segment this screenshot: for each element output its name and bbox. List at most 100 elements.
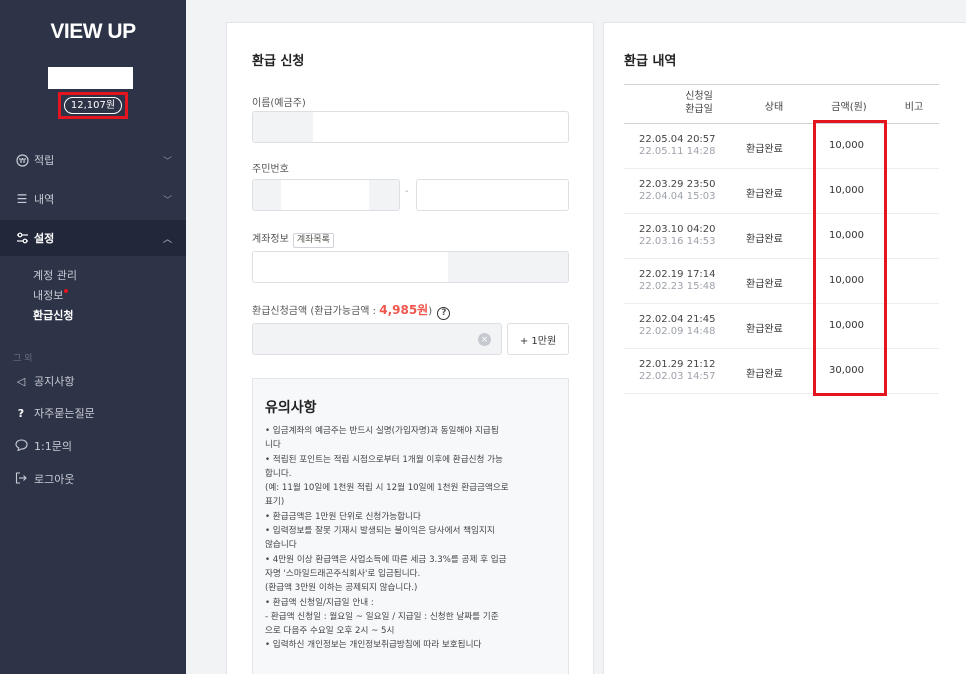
notice-line: (환급액 3만원 이하는 공제되지 않습니다.) (265, 583, 418, 594)
notice-line: • 적립된 포인트는 적립 시점으로부터 1개월 이후에 환급신청 가능 (265, 454, 503, 465)
column-header-amount: 금액(원) (831, 102, 867, 113)
status-cell: 환급완료 (746, 234, 783, 245)
panel-title: 환급 신청 (252, 54, 305, 69)
table-row: 22.03.10 04:20 22.03.16 14:53 환급완료 10,000 (624, 214, 939, 259)
sidebar-subitem-label: 내정보 (33, 289, 64, 302)
notice-line: 않습니다 (265, 540, 297, 551)
applied-date: 22.01.29 21:12 (639, 359, 716, 370)
sidebar-item-label: 자주묻는질문 (34, 407, 95, 420)
logout-icon (13, 471, 29, 487)
sidebar: VIEW UP 12,107원 ₩ 적립 ﹀ ☰ 내역 ﹀ 설정 ︿ 계정 관리… (0, 0, 186, 674)
applied-date: 22.03.10 04:20 (639, 224, 716, 235)
name-label: 이름(예금주) (252, 98, 306, 109)
help-icon[interactable]: ? (437, 306, 451, 320)
notice-line: 니다 (265, 440, 281, 451)
paid-date: 22.02.09 14:48 (639, 326, 716, 337)
points-badge: 12,107원 (64, 97, 122, 114)
amount-highlight-box (813, 120, 887, 396)
date-cell: 22.05.04 20:57 22.05.11 14:28 (639, 134, 716, 158)
chevron-down-icon: ﹀ (162, 156, 172, 167)
svg-text:₩: ₩ (19, 157, 26, 165)
refund-request-panel: 환급 신청 이름(예금주) 주민번호 - 계좌정보 계좌목록 환급신청금액 (환급… (226, 22, 594, 674)
notice-line: • 입금계좌의 예금주는 반드시 실명(가입자명)과 동일해야 지급됩 (265, 426, 499, 436)
notice-line: (예: 11월 10일에 1천원 적립 시 12월 10일에 1천원 환급금액으… (265, 483, 509, 494)
applied-date: 22.03.29 23:50 (639, 179, 716, 190)
sidebar-item-inquiry[interactable]: 1:1문의 (13, 438, 72, 454)
status-cell: 환급완료 (746, 324, 783, 335)
sidebar-item-label: 1:1문의 (34, 440, 72, 453)
redacted-area (450, 180, 518, 210)
paid-date: 22.04.04 15:03 (639, 191, 716, 202)
paid-date: 22.05.11 14:28 (639, 146, 716, 157)
question-icon: ? (17, 406, 25, 420)
account-info-text: 계좌정보 (252, 234, 289, 245)
list-icon: ☰ (16, 192, 28, 206)
id-separator: - (405, 186, 409, 197)
date-cell: 22.02.19 17:14 22.02.23 15:48 (639, 269, 716, 293)
logo[interactable]: VIEW UP (0, 20, 186, 44)
redacted-area (448, 252, 568, 282)
chevron-up-icon: ︿ (162, 234, 172, 245)
settings-submenu: 계정 관리 내정보 환급신청 (33, 266, 77, 326)
chat-bubble-icon (13, 438, 29, 454)
refund-amount-input[interactable]: × (252, 323, 502, 355)
account-info-input[interactable] (252, 251, 569, 283)
sidebar-item-label: 공지사항 (34, 375, 75, 388)
notice-line: • 4만원 이상 환급액은 사업소득에 따른 세금 3.3%를 공제 후 입금 (265, 554, 507, 565)
sidebar-subitem-myinfo[interactable]: 내정보 (33, 286, 77, 306)
date-cell: 22.02.04 21:45 22.02.09 14:48 (639, 314, 716, 338)
notice-box: 유의사항 • 입금계좌의 예금주는 반드시 실명(가입자명)과 동일해야 지급됩… (252, 378, 569, 674)
sidebar-item-faq[interactable]: ? 자주묻는질문 (13, 405, 95, 421)
applied-date: 22.05.04 20:57 (639, 134, 716, 145)
status-cell: 환급완료 (746, 279, 783, 290)
id-number-back-input[interactable] (416, 179, 569, 211)
table-row: 22.02.04 21:45 22.02.09 14:48 환급완료 10,000 (624, 304, 939, 349)
id-number-label: 주민번호 (252, 164, 289, 175)
column-header-date: 신청일 환급일 (664, 90, 734, 116)
sidebar-item-earn[interactable]: ₩ 적립 ﹀ (0, 142, 186, 178)
sidebar-item-label: 내역 (34, 193, 55, 206)
date-cell: 22.03.29 23:50 22.04.04 15:03 (639, 179, 716, 203)
refund-history-panel: 환급 내역 신청일 환급일 상태 금액(원) 비고 22.05.04 20:57… (603, 22, 966, 674)
sidebar-item-notice[interactable]: ◁ 공지사항 (13, 373, 75, 389)
status-cell: 환급완료 (746, 189, 783, 200)
status-cell: 환급완료 (746, 144, 783, 155)
group-label: 그 외 (13, 354, 33, 364)
notice-line: • 환급액 신청일/지급일 안내 : (265, 597, 374, 608)
points-highlight-box: 12,107원 (58, 92, 128, 119)
account-holder-input[interactable] (252, 111, 569, 143)
table-row: 22.05.04 20:57 22.05.11 14:28 환급완료 10,000 (624, 124, 939, 169)
column-header-paid: 환급일 (685, 104, 713, 115)
sidebar-subitem-refund[interactable]: 환급신청 (33, 306, 77, 326)
sidebar-item-history[interactable]: ☰ 내역 ﹀ (0, 181, 186, 217)
username-redacted (48, 67, 133, 89)
clear-icon[interactable]: × (478, 333, 491, 346)
status-cell: 환급완료 (746, 369, 783, 380)
sidebar-item-settings[interactable]: 설정 ︿ (0, 220, 186, 256)
column-header-note: 비고 (904, 102, 924, 113)
date-cell: 22.01.29 21:12 22.02.03 14:57 (639, 359, 716, 383)
column-header-applied: 신청일 (685, 91, 713, 102)
sidebar-item-logout[interactable]: 로그아웃 (13, 471, 74, 487)
account-list-button[interactable]: 계좌목록 (292, 233, 334, 248)
paid-date: 22.03.16 14:53 (639, 236, 716, 247)
notice-line: • 입력정보를 잘못 기재시 발생되는 불이익은 당사에서 책임지지 (265, 526, 495, 537)
available-amount: 4,985원 (379, 303, 429, 317)
notice-title: 유의사항 (265, 400, 317, 416)
notice-line: 으로 다음주 수요일 오후 2시 ~ 5시 (265, 626, 395, 637)
date-cell: 22.03.10 04:20 22.03.16 14:53 (639, 224, 716, 248)
add-10000-button[interactable]: + 1만원 (507, 323, 569, 355)
table-row: 22.03.29 23:50 22.04.04 15:03 환급완료 10,000 (624, 169, 939, 214)
paid-date: 22.02.23 15:48 (639, 281, 716, 292)
notice-line: 합니다. (265, 468, 292, 479)
refund-amount-label: 환급신청금액 (환급가능금액 : 4,985원) ? (252, 301, 451, 320)
sidebar-subitem-account[interactable]: 계정 관리 (33, 266, 77, 286)
notice-line: • 입력하신 개인정보는 개인정보취급방침에 따라 보호됩니다 (265, 640, 482, 651)
notification-dot (64, 289, 69, 293)
panel-title: 환급 내역 (624, 54, 677, 69)
id-number-front-input[interactable] (252, 179, 400, 211)
refund-amount-text-end: ) (428, 306, 433, 317)
notice-line: 표기) (265, 497, 285, 508)
megaphone-icon: ◁ (16, 374, 26, 388)
table-row: 22.01.29 21:12 22.02.03 14:57 환급완료 30,000 (624, 349, 939, 394)
